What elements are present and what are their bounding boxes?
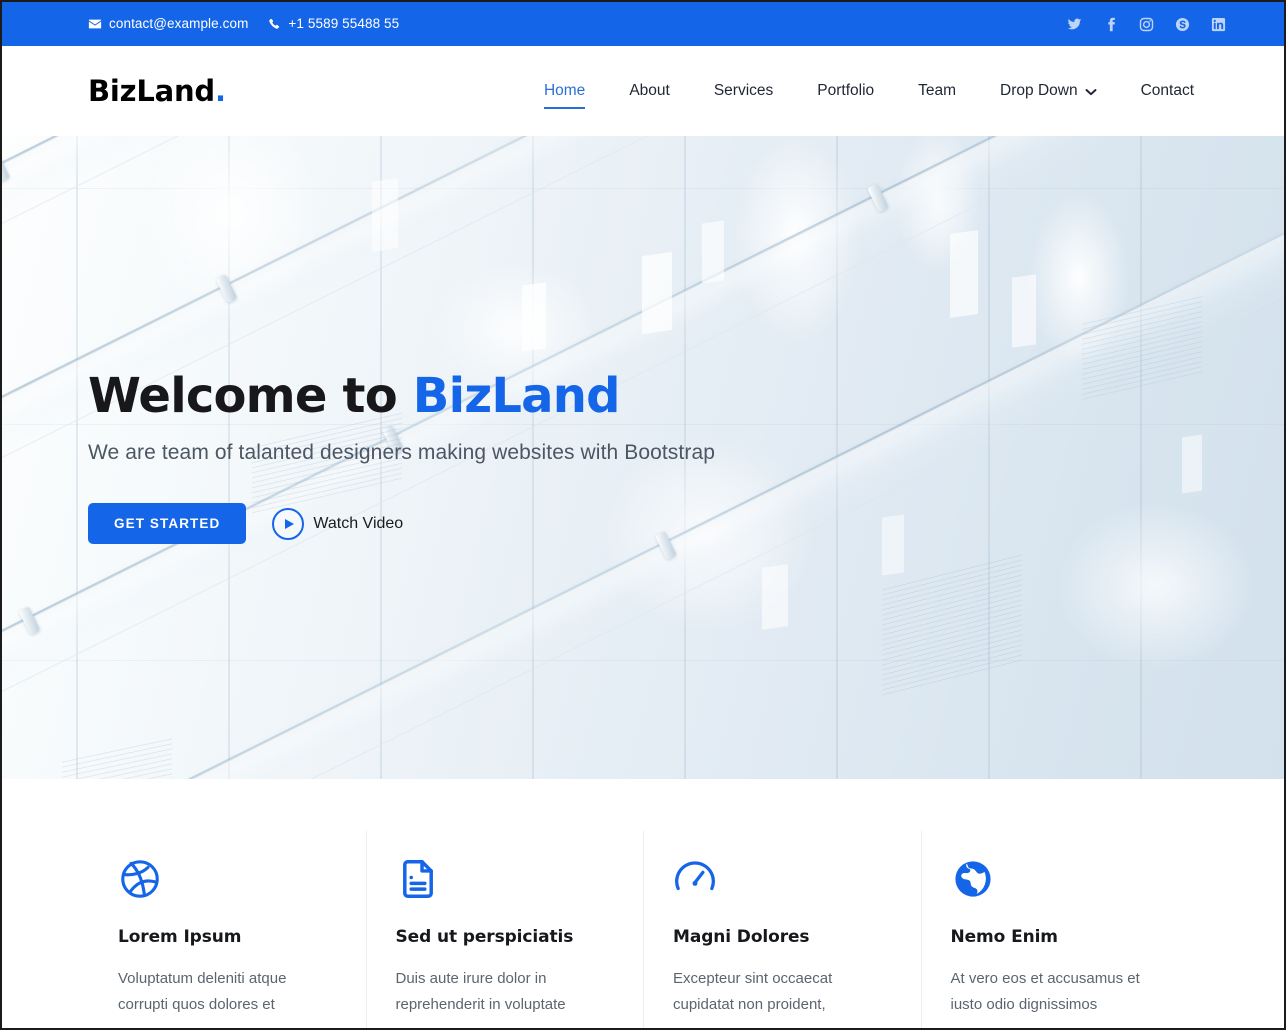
feature-title: Nemo Enim	[950, 927, 1059, 947]
twitter-icon[interactable]	[1066, 16, 1082, 32]
nav-item-drop-down[interactable]: Drop Down	[978, 83, 1119, 100]
phone-icon	[268, 18, 281, 31]
speedometer-icon	[673, 857, 891, 901]
nav-label-portfolio: Portfolio	[817, 82, 875, 100]
nav-item-portfolio[interactable]: Portfolio	[795, 83, 896, 99]
social-links-group	[1066, 16, 1226, 32]
nav-item-services[interactable]: Services	[692, 83, 795, 99]
nav-label-about: About	[629, 82, 670, 100]
envelope-icon	[88, 17, 102, 31]
watch-video-label: Watch Video	[313, 514, 404, 532]
feature-card[interactable]: Lorem Ipsum Voluptatum deleniti atque co…	[88, 857, 366, 1028]
nav-item-home[interactable]: Home	[522, 82, 607, 108]
hero-title-accent: BizLand	[412, 367, 621, 424]
feature-title: Magni Dolores	[673, 927, 810, 947]
globe-icon	[951, 857, 1169, 901]
hero-title-lead: Welcome to	[88, 367, 413, 424]
feature-title: Sed ut perspiciatis	[395, 927, 574, 947]
hero-section: Welcome to BizLand We are team of talant…	[2, 136, 1284, 779]
site-logo[interactable]: BizLand.	[88, 73, 226, 108]
feature-title: Lorem Ipsum	[118, 927, 242, 947]
main-navigation: Home About Services Portfolio Team Drop …	[522, 82, 1194, 108]
features-section: Lorem Ipsum Voluptatum deleniti atque co…	[2, 779, 1284, 1028]
topbar-contact-group: contact@example.com +1 5589 55488 55	[88, 17, 1066, 31]
page-root: contact@example.com +1 5589 55488 55 Biz…	[0, 0, 1286, 1030]
feature-description: Duis aute irure dolor in reprehenderit i…	[395, 970, 566, 1014]
nav-item-contact[interactable]: Contact	[1119, 83, 1194, 99]
phone-text: +1 5589 55488 55	[288, 16, 400, 32]
file-document-icon	[396, 857, 614, 901]
feature-description: At vero eos et accusamus et iusto odio d…	[950, 970, 1140, 1014]
feature-description: Voluptatum deleniti atque corrupti quos …	[118, 970, 287, 1014]
email-text: contact@example.com	[109, 16, 249, 32]
logo-text: BizLand	[88, 73, 215, 108]
feature-description: Excepteur sint occaecat cupidatat non pr…	[673, 970, 833, 1014]
watch-video-link[interactable]: Watch Video	[272, 507, 404, 540]
linkedin-icon[interactable]	[1210, 16, 1226, 32]
email-link[interactable]: contact@example.com	[88, 17, 248, 31]
feature-card[interactable]: Nemo Enim At vero eos et accusamus et iu…	[920, 831, 1199, 1028]
play-circle-icon	[272, 507, 305, 540]
nav-label-drop-down: Drop Down	[1000, 82, 1078, 100]
nav-item-about[interactable]: About	[607, 83, 692, 99]
facebook-icon[interactable]	[1102, 16, 1118, 32]
nav-label-services: Services	[713, 82, 774, 100]
phone-link[interactable]: +1 5589 55488 55	[268, 17, 399, 31]
hero-content: Welcome to BizLand We are team of talant…	[2, 136, 1284, 779]
site-header: BizLand. Home About Services Portfolio T…	[2, 46, 1284, 136]
hero-actions: GET STARTED Watch Video	[88, 502, 1198, 545]
chevron-down-icon	[1085, 84, 1097, 100]
hero-subtitle: We are team of talanted designers making…	[88, 441, 715, 465]
top-contact-bar: contact@example.com +1 5589 55488 55	[2, 2, 1284, 46]
hero-title: Welcome to BizLand	[88, 367, 1198, 424]
feature-card[interactable]: Sed ut perspiciatis Duis aute irure dolo…	[365, 831, 644, 1028]
skype-icon[interactable]	[1174, 16, 1190, 32]
nav-label-contact: Contact	[1140, 82, 1194, 100]
nav-label-home: Home	[543, 82, 586, 100]
get-started-button[interactable]: GET STARTED	[88, 502, 247, 545]
nav-item-team[interactable]: Team	[896, 83, 978, 99]
logo-dot: .	[214, 73, 226, 108]
dribbble-icon	[118, 857, 336, 901]
feature-card[interactable]: Magni Dolores Excepteur sint occaecat cu…	[643, 831, 921, 1028]
nav-label-team: Team	[918, 82, 957, 100]
instagram-icon[interactable]	[1138, 16, 1154, 32]
